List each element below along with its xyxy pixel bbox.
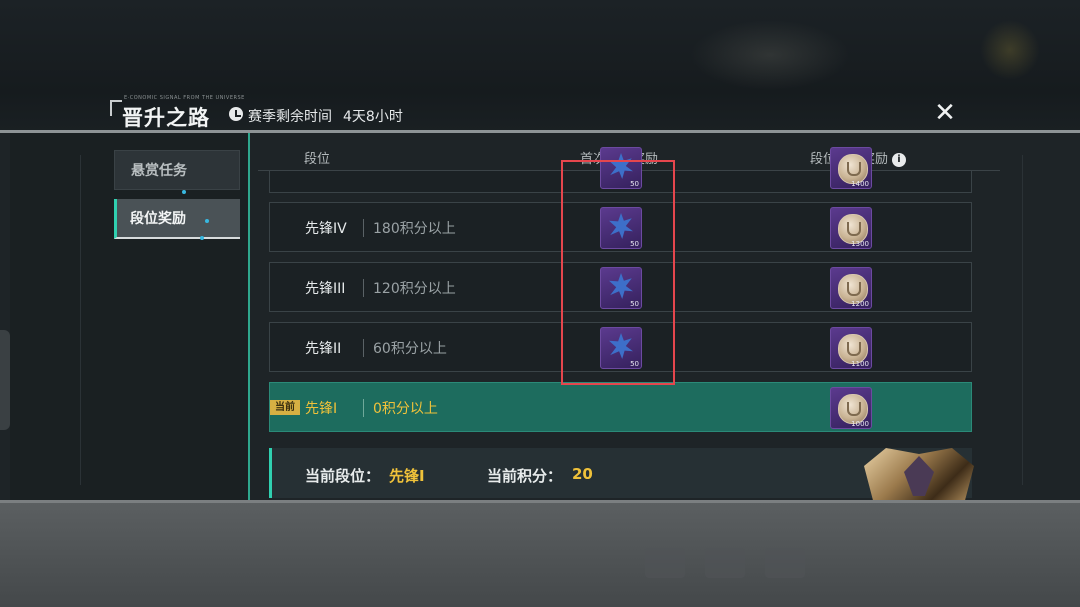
- rank-name: 先锋I: [305, 401, 338, 417]
- medal-icon[interactable]: 1100: [830, 327, 872, 369]
- item-quantity: 1100: [851, 360, 869, 368]
- clock-icon: [229, 107, 243, 121]
- column-header-rank: 段位: [304, 152, 331, 167]
- cell-separator: [363, 399, 364, 417]
- rank-score-requirement: 120积分以上: [373, 281, 456, 297]
- nav-decor-dot: [200, 236, 204, 240]
- season-time-label: 赛季剩余时间: [248, 109, 332, 125]
- nav-decor-dot: [182, 190, 186, 194]
- background-blur: [690, 20, 850, 90]
- title-subtext: E·CONOMIC SIGNAL FROM THE UNIVERSE: [124, 95, 245, 101]
- current-rank-label: 当前段位：: [305, 467, 381, 485]
- table-row-current[interactable]: 当前 先锋I 0积分以上 1000: [269, 382, 972, 432]
- close-icon[interactable]: ✕: [930, 100, 960, 126]
- rank-name: 先锋III: [305, 281, 346, 297]
- rank-name: 先锋II: [305, 341, 342, 357]
- nav-divider: [248, 133, 250, 500]
- item-quantity: 1200: [851, 300, 869, 308]
- tab-rank-rewards[interactable]: 段位奖励: [114, 199, 240, 239]
- current-rank-value: 先锋I: [389, 467, 425, 485]
- rank-emblem: [864, 448, 974, 500]
- decorative-line: [80, 155, 81, 485]
- current-rank-badge: 当前: [270, 400, 300, 415]
- item-quantity: 1400: [851, 180, 869, 188]
- decorative-line: [1022, 155, 1023, 485]
- highlight-box: [561, 160, 675, 385]
- cell-separator: [363, 279, 364, 297]
- tab-label: 段位奖励: [130, 211, 186, 227]
- info-icon[interactable]: i: [892, 152, 907, 167]
- current-score-label: 当前积分：: [487, 467, 563, 485]
- page-title: 晋升之路: [122, 106, 210, 130]
- current-score-value: 20: [572, 465, 593, 483]
- medal-icon[interactable]: 1400: [830, 147, 872, 189]
- background-blur: [980, 20, 1040, 80]
- rank-name: 先锋IV: [305, 221, 347, 237]
- left-edge-handle[interactable]: [0, 330, 10, 430]
- medal-icon[interactable]: 1300: [830, 207, 872, 249]
- tab-bounty-tasks[interactable]: 悬赏任务: [114, 150, 240, 190]
- background-ghost-icon: [705, 548, 745, 578]
- background-ghost-icon: [645, 548, 685, 578]
- rank-score-requirement: 180积分以上: [373, 221, 456, 237]
- medal-icon[interactable]: 1200: [830, 267, 872, 309]
- cell-separator: [363, 219, 364, 237]
- cell-separator: [363, 339, 364, 357]
- background-ghost-icon: [765, 548, 805, 578]
- season-time-value: 4天8小时: [343, 109, 403, 125]
- tab-label: 悬赏任务: [131, 163, 187, 179]
- item-quantity: 1000: [851, 420, 869, 428]
- item-quantity: 1300: [851, 240, 869, 248]
- rank-score-requirement: 60积分以上: [373, 341, 447, 357]
- game-background-bottom: [0, 503, 1080, 607]
- nav-decor-dot: [205, 219, 209, 223]
- title-bracket-decoration: [110, 100, 122, 116]
- rank-score-requirement: 0积分以上: [373, 401, 438, 417]
- medal-icon[interactable]: 1000: [830, 387, 872, 429]
